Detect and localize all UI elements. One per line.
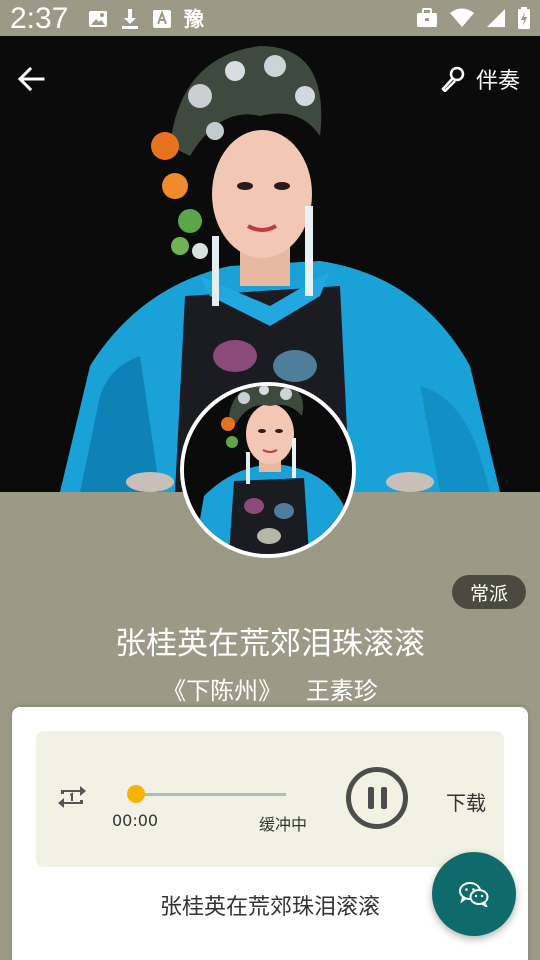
opera-name: 《下陈州》 xyxy=(162,677,283,705)
song-title: 张桂英在荒郊泪珠滚滚 xyxy=(115,626,425,662)
performer-name: 王素珍 xyxy=(305,677,378,705)
signal-icon xyxy=(487,9,505,27)
progress-thumb[interactable] xyxy=(127,785,145,803)
progress-track[interactable] xyxy=(136,793,286,796)
status-bar: 2:37 豫 xyxy=(0,0,540,36)
briefcase-icon xyxy=(417,8,437,27)
pause-icon xyxy=(367,787,387,809)
accompany-button[interactable]: 伴奏 xyxy=(440,62,520,96)
current-time: 00:00 xyxy=(112,811,159,830)
image-icon xyxy=(89,11,107,27)
buffer-status: 缓冲中 xyxy=(259,815,308,834)
keyboard-a-icon xyxy=(153,10,171,28)
repeat-one-icon[interactable] xyxy=(56,781,88,813)
download-icon xyxy=(122,9,138,29)
microphone-icon xyxy=(441,66,465,92)
ime-indicator: 豫 xyxy=(184,7,204,31)
battery-icon xyxy=(518,7,530,29)
pause-button[interactable] xyxy=(346,767,408,829)
accompany-label: 伴奏 xyxy=(475,69,520,94)
wechat-share-button[interactable] xyxy=(432,852,516,936)
download-button[interactable]: 下载 xyxy=(446,787,486,816)
album-avatar xyxy=(180,382,356,558)
status-left-icons: 豫 xyxy=(88,8,204,30)
back-button[interactable] xyxy=(14,62,48,96)
wechat-icon xyxy=(459,882,489,907)
arrow-left-icon xyxy=(17,66,45,92)
song-meta: 《下陈州》 王素珍 xyxy=(0,671,540,706)
wifi-icon xyxy=(450,8,474,27)
status-right-icons xyxy=(416,7,530,29)
status-time: 2:37 xyxy=(10,2,69,35)
style-badge[interactable]: 常派 xyxy=(451,575,526,609)
player-card: 00:00 缓冲中 下载 xyxy=(36,731,504,867)
